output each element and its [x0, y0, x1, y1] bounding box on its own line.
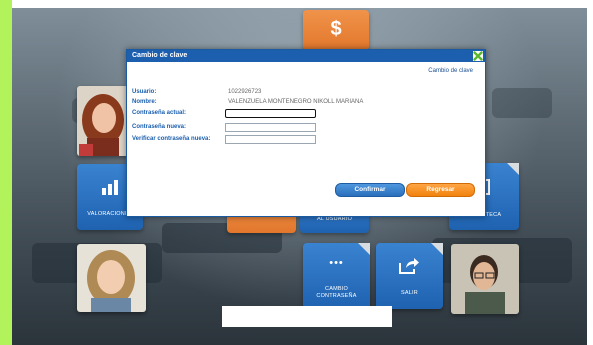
contrasena-actual-input[interactable]	[225, 109, 316, 118]
pagos-tile[interactable]: $	[303, 10, 369, 50]
nombre-row: Nombre: VALENZUELA MONTENEGRO NIKOLL MAR…	[132, 98, 363, 106]
blank-overlay-bar	[222, 306, 392, 327]
verificar-contrasena-label: Verificar contraseña nueva:	[132, 136, 211, 142]
actual-row: Contraseña actual:	[132, 109, 224, 117]
bar-chart-icon	[102, 180, 118, 195]
regresar-button[interactable]: Regresar	[406, 183, 475, 197]
al-usuario-label: AL USUARIO	[316, 216, 353, 222]
dialog-heading: Cambio de clave	[428, 68, 473, 74]
usuario-label: Usuario:	[132, 89, 157, 95]
usuario-row: Usuario: 1022926723	[132, 88, 261, 96]
contrasena-label: CONTRASEÑA	[316, 293, 357, 299]
nombre-label: Nombre:	[132, 99, 157, 105]
dialog-title-bar: Cambio de clave	[127, 50, 485, 62]
nueva-row: Contraseña nueva:	[132, 123, 224, 131]
contrasena-actual-label: Contraseña actual:	[132, 110, 187, 116]
dialog-title: Cambio de clave	[132, 52, 188, 59]
student-photo-redhead	[77, 86, 129, 156]
salir-tile[interactable]: SALIR	[376, 243, 443, 309]
salir-label: SALIR	[401, 290, 418, 296]
contrasena-nueva-input[interactable]	[225, 123, 316, 132]
close-icon[interactable]	[473, 51, 483, 61]
cambio-contrasena-tile[interactable]: ••• CAMBIO CONTRASEÑA	[303, 243, 370, 309]
left-accent-strip	[0, 0, 12, 345]
cambio-clave-dialog: Cambio de clave Cambio de clave Usuario:…	[126, 49, 486, 217]
confirmar-button[interactable]: Confirmar	[335, 183, 405, 197]
verificar-contrasena-input[interactable]	[225, 135, 316, 144]
contrasena-nueva-label: Contraseña nueva:	[132, 124, 187, 130]
verificar-row: Verificar contraseña nueva:	[132, 135, 224, 143]
more-dots-icon: •••	[329, 257, 344, 269]
portal-screen: $ VALORACIONES MATRICULAS AL USUARIO BIB…	[0, 0, 593, 345]
student-photo-blonde	[77, 244, 146, 312]
cambio-label: CAMBIO	[325, 286, 348, 292]
usuario-value: 1022926723	[228, 89, 262, 95]
share-exit-icon	[399, 258, 419, 274]
student-photo-glasses	[451, 244, 519, 314]
dollar-icon: $	[330, 18, 342, 40]
nombre-value: VALENZUELA MONTENEGRO NIKOLL MARIANA	[228, 99, 364, 105]
